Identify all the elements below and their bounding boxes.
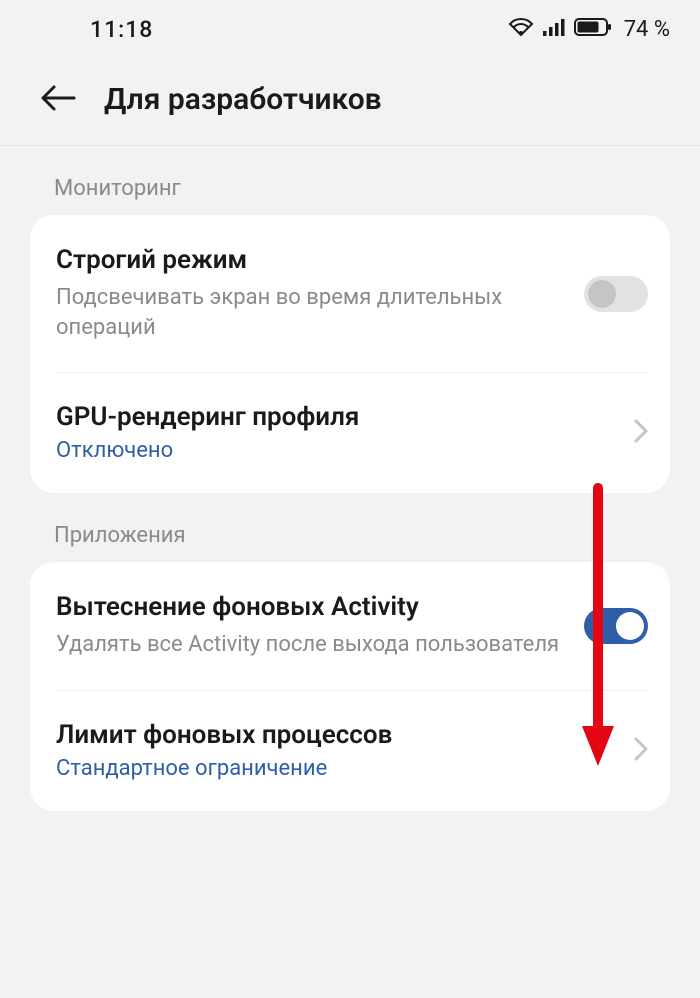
- row-title: Лимит фоновых процессов: [56, 720, 624, 750]
- toggle-knob: [588, 280, 616, 308]
- chevron-right-icon: [634, 419, 648, 447]
- row-title: GPU-рендеринг профиля: [56, 402, 624, 432]
- battery-percentage: 74 %: [624, 17, 670, 42]
- page-title: Для разработчиков: [104, 82, 382, 117]
- row-text: Строгий режим Подсвечивать экран во врем…: [56, 245, 584, 342]
- wifi-icon: [508, 17, 534, 41]
- toggle-knob: [616, 612, 644, 640]
- row-subtitle: Удалять все Activity после выхода пользо…: [56, 630, 574, 660]
- card-apps: Вытеснение фоновых Activity Удалять все …: [30, 562, 670, 811]
- section-label-monitoring: Мониторинг: [0, 146, 700, 215]
- row-text: Лимит фоновых процессов Стандартное огра…: [56, 720, 634, 781]
- status-icons: 74 %: [508, 17, 670, 42]
- row-gpu-rendering[interactable]: GPU-рендеринг профиля Отключено: [30, 372, 670, 493]
- toggle-strict-mode[interactable]: [584, 276, 648, 312]
- toggle-background-activity[interactable]: [584, 608, 648, 644]
- row-background-activity[interactable]: Вытеснение фоновых Activity Удалять все …: [30, 562, 670, 690]
- chevron-right-icon: [634, 737, 648, 765]
- row-subtitle: Подсвечивать экран во время длительных о…: [56, 283, 574, 342]
- card-monitoring: Строгий режим Подсвечивать экран во врем…: [30, 215, 670, 493]
- row-background-limit[interactable]: Лимит фоновых процессов Стандартное огра…: [30, 690, 670, 811]
- status-bar: 11:18 74 %: [0, 0, 700, 58]
- row-status: Отключено: [56, 438, 624, 463]
- battery-icon: [574, 17, 612, 41]
- back-icon[interactable]: [40, 84, 76, 116]
- row-strict-mode[interactable]: Строгий режим Подсвечивать экран во врем…: [30, 215, 670, 372]
- status-time: 11:18: [90, 16, 153, 43]
- signal-icon: [542, 17, 566, 41]
- row-status: Стандартное ограничение: [56, 756, 624, 781]
- row-title: Строгий режим: [56, 245, 574, 275]
- page-header: Для разработчиков: [0, 58, 700, 146]
- row-title: Вытеснение фоновых Activity: [56, 592, 574, 622]
- row-text: GPU-рендеринг профиля Отключено: [56, 402, 634, 463]
- row-text: Вытеснение фоновых Activity Удалять все …: [56, 592, 584, 660]
- section-label-apps: Приложения: [0, 493, 700, 562]
